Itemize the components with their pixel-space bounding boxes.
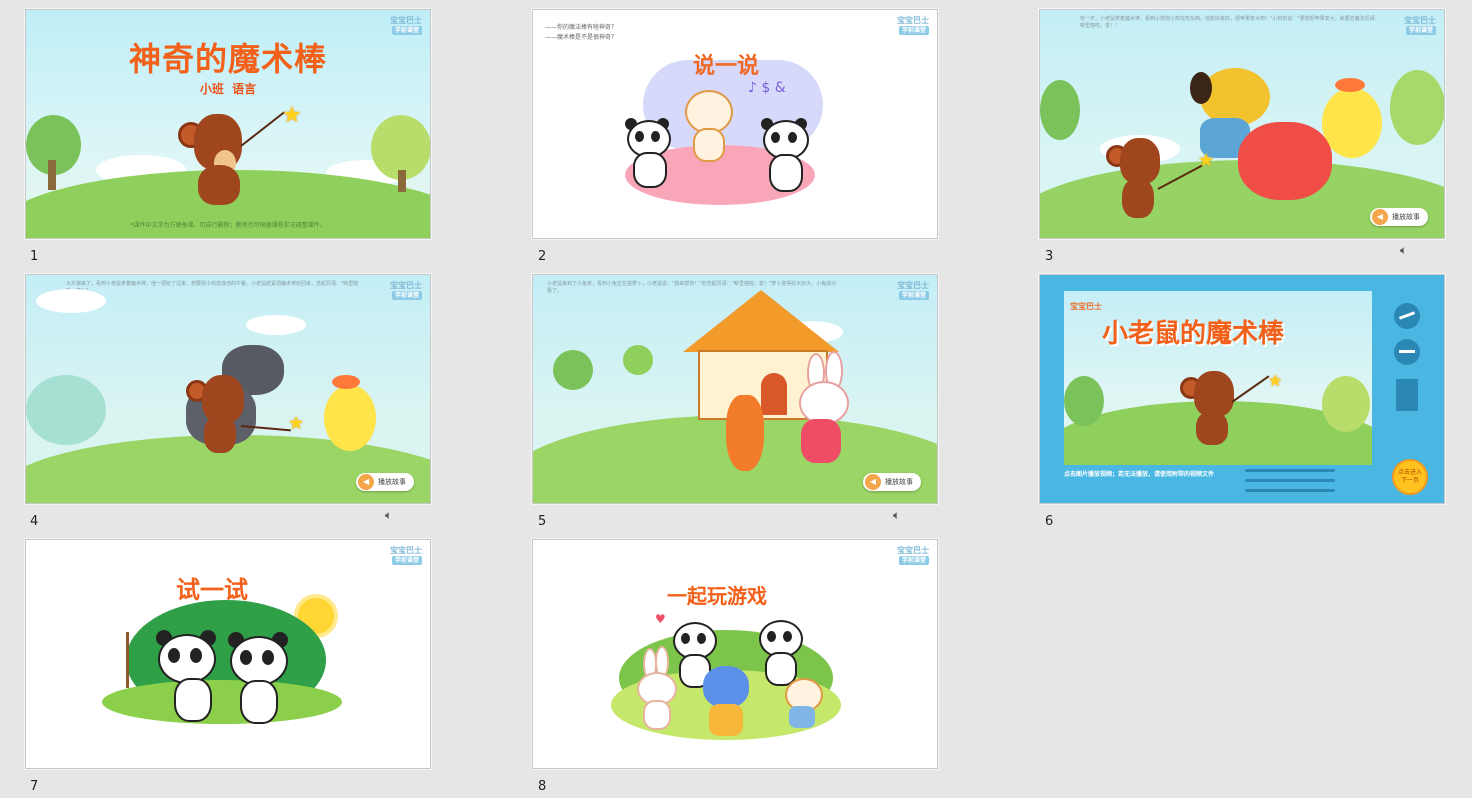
slide-number: 2 [538, 249, 547, 264]
slide-thumbnail-7[interactable]: 宝宝巴士 学前课堂 试一试 [25, 539, 431, 769]
slide-number: 1 [30, 249, 39, 264]
slide-logo: 宝宝巴士 学前课堂 [390, 16, 422, 35]
next-page-button[interactable]: 点击进入下一页 [1392, 459, 1428, 495]
music-note-icon: ♪ $ & [748, 80, 786, 96]
video-title: 小老鼠的魔术棒 [1102, 319, 1285, 349]
slide-thumbnail-6[interactable]: 宝宝巴士 小老鼠的魔术棒 ★ 点击图片播放视频；若无法播放，请使用附带的视频文件… [1039, 274, 1445, 504]
slide-logo: 宝宝巴士 学前课堂 [390, 546, 422, 565]
slide-5-canvas: 宝宝巴士 学前课堂 小老鼠来到了小兔家，看到小兔正在拔萝卜，小老鼠说："我来帮你！… [532, 274, 938, 504]
slide-title: 一起玩游戏 [667, 584, 767, 608]
star-icon: ★ [282, 103, 302, 128]
play-story-button[interactable]: ◀ 播放故事 [1370, 208, 1428, 226]
speaker-icon[interactable]: 🔈︎ [1400, 243, 1407, 258]
magic-wand [1231, 375, 1270, 403]
story-text: 大灰狼来了，看到小老鼠拿着魔术棒，他一把抢了过来，想要把小鸡变成他的午餐。小老鼠… [66, 281, 359, 294]
speaker-icon: ◀ [358, 474, 374, 490]
speaker-icon[interactable]: 🔈︎ [385, 508, 392, 523]
stop-button[interactable] [1396, 379, 1418, 411]
slide-4-canvas: 宝宝巴士 学前课堂 大灰狼来了，看到小老鼠拿着魔术棒，他一把抢了过来，想要把小鸡变… [25, 274, 431, 504]
slide-6-canvas: 宝宝巴士 小老鼠的魔术棒 ★ 点击图片播放视频；若无法播放，请使用附带的视频文件… [1039, 274, 1445, 504]
slide-number: 8 [538, 779, 547, 794]
slide-2-canvas: 宝宝巴士 学前课堂 ——你的魔法棒有啥神奇？ ——魔术棒是不是很神奇？ 说一说 ♪… [532, 9, 938, 239]
volume-down-button[interactable] [1394, 339, 1420, 365]
slide-thumbnail-4[interactable]: 宝宝巴士 学前课堂 大灰狼来了，看到小老鼠拿着魔术棒，他一把抢了过来，想要把小鸡变… [25, 274, 431, 504]
slide-thumbnail-8[interactable]: 宝宝巴士 学前课堂 一起玩游戏 ♥ [532, 539, 938, 769]
speaker-icon: ◀ [1372, 209, 1388, 225]
question-line: ——你的魔法棒有啥神奇？ [545, 24, 618, 31]
slide-number: 7 [30, 779, 39, 794]
slide-logo: 宝宝巴士 学前课堂 [390, 281, 422, 300]
heart-icon: ♥ [655, 612, 666, 626]
video-brand: 宝宝巴士 [1070, 302, 1102, 311]
star-icon: ★ [1198, 150, 1215, 171]
slide-logo: 宝宝巴士 学前课堂 [897, 16, 929, 35]
tree-branch [126, 632, 129, 688]
magic-wand [240, 111, 285, 147]
play-story-button[interactable]: ◀ 播放故事 [863, 473, 921, 491]
play-story-button[interactable]: ◀ 播放故事 [356, 473, 414, 491]
slide-number: 3 [1045, 249, 1054, 264]
slide-title: 神奇的魔术棒 [128, 40, 327, 78]
video-player[interactable]: 宝宝巴士 小老鼠的魔术棒 ★ [1064, 291, 1372, 465]
slide-thumbnail-3[interactable]: 宝宝巴士 学前课堂 有一天，小老鼠拿着魔术棒，看到小狗狗小鸡在吃东西，他想出来好，… [1039, 9, 1445, 239]
speaker-icon[interactable]: 🔈︎ [893, 508, 900, 523]
slide-number: 6 [1045, 514, 1054, 529]
star-icon: ★ [1268, 371, 1283, 390]
slide-title: 说一说 [693, 54, 760, 79]
slide-logo: 宝宝巴士 学前课堂 [897, 546, 929, 565]
story-text: 有一天，小老鼠拿着魔术棒，看到小狗狗小鸡在吃东西，他想出来好，把苹果变大吧！"小… [1080, 16, 1380, 29]
slide-logo: 宝宝巴士 学前课堂 [1404, 16, 1436, 35]
slide-7-canvas: 宝宝巴士 学前课堂 试一试 [25, 539, 431, 769]
footer-note: *课件中文字为方便备课，可自行删除；教师也可根据课程实况调整课件。 [130, 222, 326, 229]
slide-number: 4 [30, 514, 39, 529]
star-icon: ★ [288, 413, 305, 434]
carrot [726, 395, 764, 471]
apple-object [1238, 122, 1332, 200]
slide-subtitle: 小班 语言 [199, 82, 257, 96]
speaker-icon: ◀ [865, 474, 881, 490]
slide-logo: 宝宝巴士 学前课堂 [897, 281, 929, 300]
volume-up-button[interactable] [1394, 303, 1420, 329]
slide-8-canvas: 宝宝巴士 学前课堂 一起玩游戏 ♥ [532, 539, 938, 769]
slide-1-canvas: 宝宝巴士 学前课堂 神奇的魔术棒 小班 语言 ★ *课件中文字为方便备课，可自行删… [25, 9, 431, 239]
slide-thumbnail-2[interactable]: 宝宝巴士 学前课堂 ——你的魔法棒有啥神奇？ ——魔术棒是不是很神奇？ 说一说 ♪… [532, 9, 938, 239]
slide-number: 5 [538, 514, 547, 529]
question-line: ——魔术棒是不是很神奇？ [545, 34, 618, 41]
slide-thumbnail-5[interactable]: 宝宝巴士 学前课堂 小老鼠来到了小兔家，看到小兔正在拔萝卜，小老鼠说："我来帮你！… [532, 274, 938, 504]
slide-3-canvas: 宝宝巴士 学前课堂 有一天，小老鼠拿着魔术棒，看到小狗狗小鸡在吃东西，他想出来好，… [1039, 9, 1445, 239]
slide-thumbnail-1[interactable]: 宝宝巴士 学前课堂 神奇的魔术棒 小班 语言 ★ *课件中文字为方便备课，可自行删… [25, 9, 431, 239]
video-hint: 点击图片播放视频；若无法播放，请使用附带的视频文件 [1064, 471, 1215, 478]
